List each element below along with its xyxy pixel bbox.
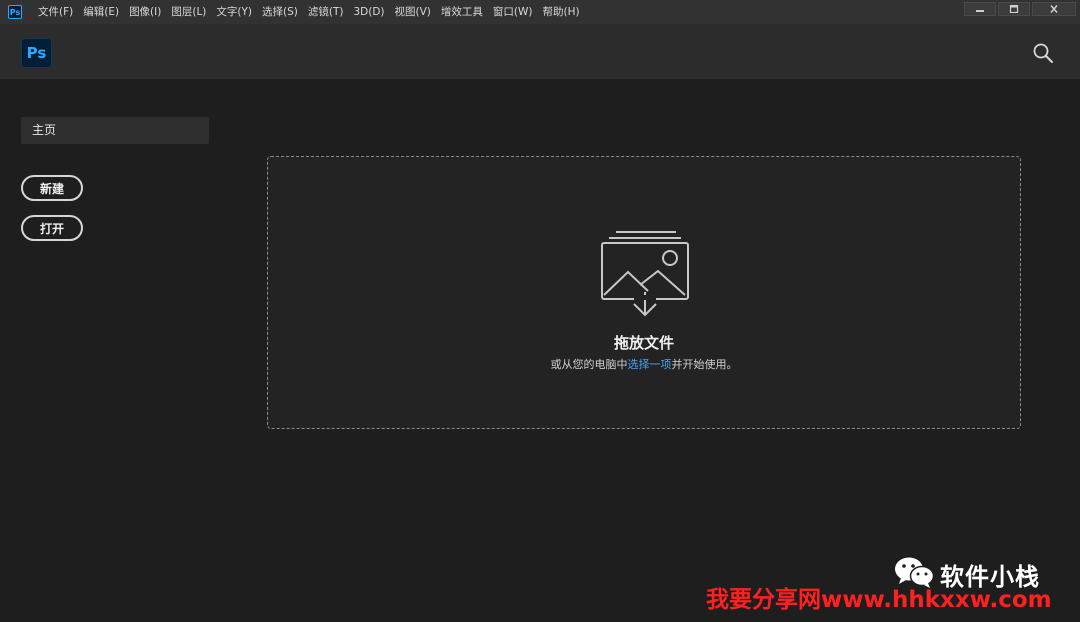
menu-window[interactable]: 窗口(W) xyxy=(488,0,538,24)
menu-items: 文件(F) 编辑(E) 图像(I) 图层(L) 文字(Y) 选择(S) 滤镜(T… xyxy=(33,0,585,24)
maximize-button[interactable] xyxy=(998,2,1030,16)
menu-image[interactable]: 图像(I) xyxy=(124,0,166,24)
close-icon xyxy=(1050,5,1058,13)
menu-plugins[interactable]: 增效工具 xyxy=(436,0,488,24)
maximize-icon xyxy=(1009,5,1019,13)
drop-zone-subtitle-suffix: 并开始使用。 xyxy=(671,358,738,371)
image-stack-download-icon xyxy=(601,231,689,317)
menu-select[interactable]: 选择(S) xyxy=(257,0,303,24)
menu-help[interactable]: 帮助(H) xyxy=(538,0,585,24)
close-button[interactable] xyxy=(1032,2,1076,16)
file-drop-zone[interactable]: 拖放文件 或从您的电脑中选择一项并开始使用。 xyxy=(267,156,1021,429)
menu-filter[interactable]: 滤镜(T) xyxy=(303,0,349,24)
sidebar-item-home[interactable]: 主页 xyxy=(21,117,209,144)
new-button[interactable]: 新建 xyxy=(21,175,83,201)
photoshop-app-icon[interactable]: Ps xyxy=(8,5,22,19)
menu-file[interactable]: 文件(F) xyxy=(33,0,78,24)
menu-bar: Ps 文件(F) 编辑(E) 图像(I) 图层(L) 文字(Y) 选择(S) 滤… xyxy=(0,0,1080,25)
window-controls xyxy=(964,2,1076,16)
minimize-icon xyxy=(976,10,984,12)
search-icon[interactable] xyxy=(1032,42,1054,64)
menu-view[interactable]: 视图(V) xyxy=(390,0,436,24)
select-file-link[interactable]: 选择一项 xyxy=(628,358,672,371)
menu-edit[interactable]: 编辑(E) xyxy=(78,0,124,24)
menu-3d[interactable]: 3D(D) xyxy=(348,0,389,24)
photoshop-logo[interactable]: Ps xyxy=(21,38,52,68)
menu-type[interactable]: 文字(Y) xyxy=(211,0,257,24)
menu-layer[interactable]: 图层(L) xyxy=(166,0,211,24)
minimize-button[interactable] xyxy=(964,2,996,16)
open-button[interactable]: 打开 xyxy=(21,215,83,241)
watermark-site: 我要分享网www.hhkxxw.com xyxy=(706,587,1052,613)
drop-zone-title: 拖放文件 xyxy=(613,334,674,352)
drop-zone-subtitle: 或从您的电脑中选择一项并开始使用。 xyxy=(268,356,1020,372)
home-header: Ps xyxy=(0,25,1080,79)
drop-zone-subtitle-prefix: 或从您的电脑中 xyxy=(550,358,628,371)
